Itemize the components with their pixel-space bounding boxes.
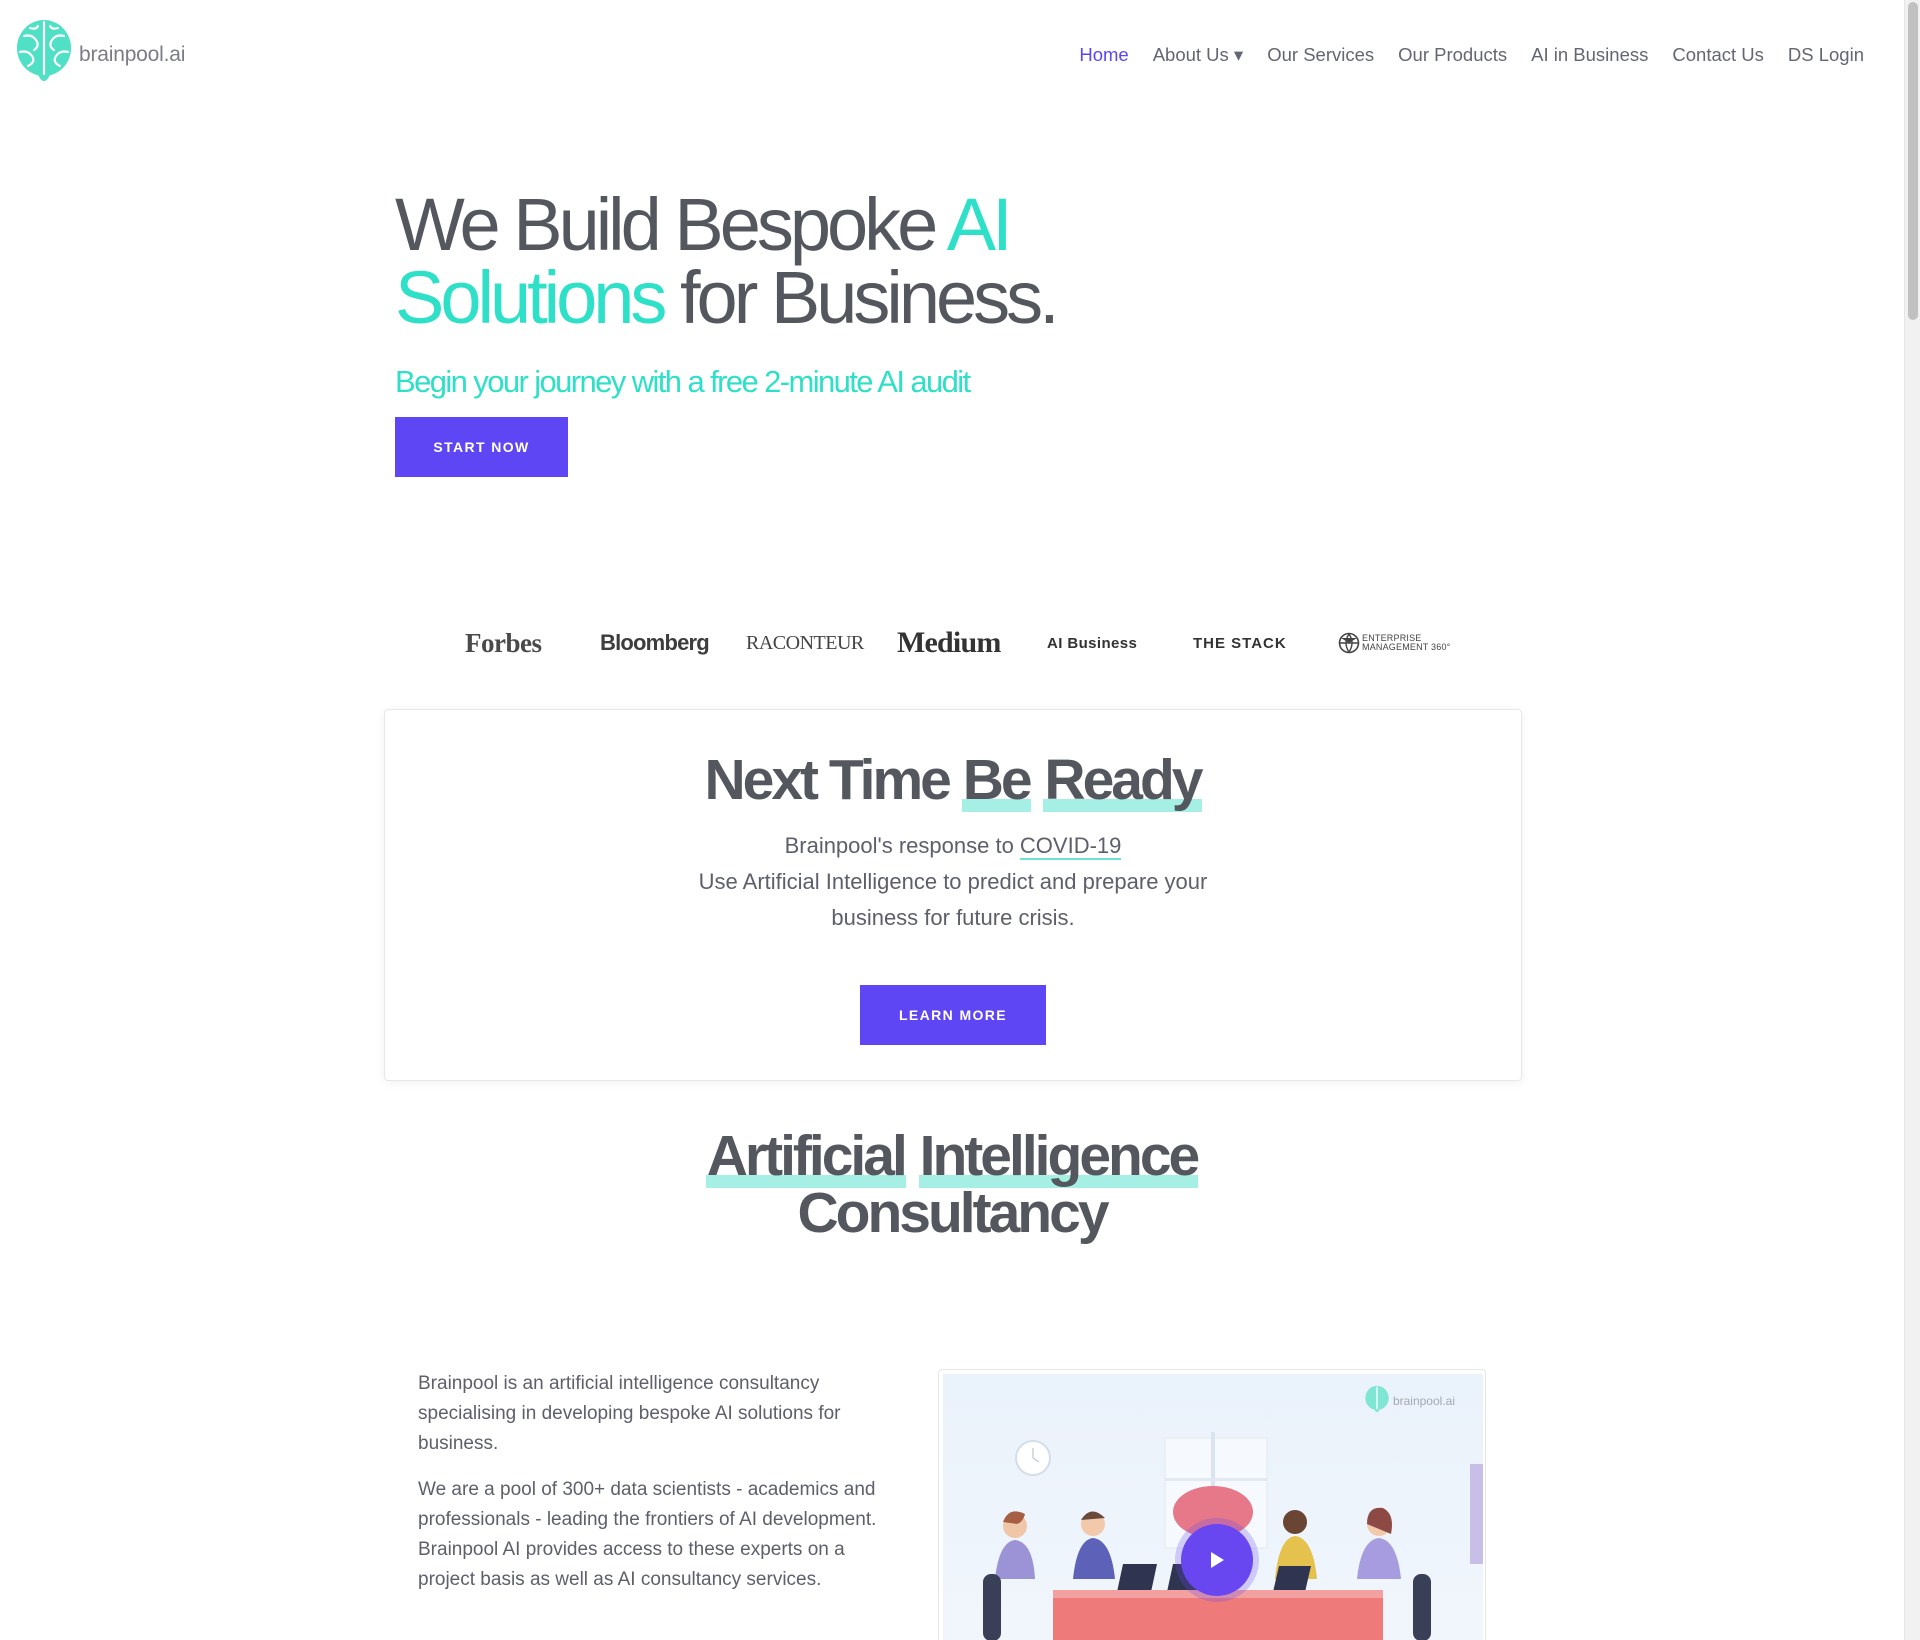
nav-item-about-us[interactable]: About Us ▾ bbox=[1153, 44, 1244, 66]
about-text: Brainpool is an artificial intelligence … bbox=[418, 1369, 878, 1595]
page-scrollbar[interactable] bbox=[1904, 0, 1920, 1640]
covid-title-part1: Next Time bbox=[704, 748, 962, 812]
covid-card: Next Time Be Ready Brainpool's response … bbox=[384, 709, 1522, 1081]
main-nav: Home About Us ▾ Our Services Our Product… bbox=[1055, 44, 1864, 66]
start-now-button[interactable]: START NOW bbox=[395, 417, 568, 477]
em360-line2: MANAGEMENT 360° bbox=[1362, 642, 1451, 652]
consultancy-title-highlight-intelligence: Intelligence bbox=[918, 1124, 1200, 1188]
video-thumbnail[interactable]: brainpool.ai bbox=[943, 1374, 1483, 1640]
forbes-logo[interactable]: Forbes bbox=[465, 618, 542, 668]
hero-title-accent-solutions: Solutions bbox=[395, 256, 667, 339]
hero-section: We Build Bespoke AI Solutions for Busine… bbox=[395, 188, 1060, 400]
nav-item-contact-us[interactable]: Contact Us bbox=[1672, 44, 1764, 66]
play-icon bbox=[1211, 1552, 1224, 1568]
hero-title: We Build Bespoke AI Solutions for Busine… bbox=[395, 188, 1060, 335]
hero-title-part1: We Build Bespoke bbox=[395, 183, 947, 266]
site-logo[interactable]: brainpool.ai bbox=[14, 18, 185, 92]
covid-line1-prefix: Brainpool's response to bbox=[784, 833, 1020, 858]
covid-line3: business for future crisis. bbox=[831, 905, 1075, 930]
nav-item-ds-login[interactable]: DS Login bbox=[1788, 44, 1864, 66]
consultancy-title: Artificial Intelligence Consultancy bbox=[0, 1124, 1904, 1245]
covid-card-title: Next Time Be Ready bbox=[385, 747, 1521, 813]
video-brand-text: brainpool.ai bbox=[1392, 1394, 1455, 1408]
video-embed: brainpool.ai bbox=[938, 1369, 1486, 1640]
covid-card-text: Brainpool's response to COVID-19 Use Art… bbox=[385, 828, 1521, 936]
nav-item-ai-in-business[interactable]: AI in Business bbox=[1531, 44, 1648, 66]
covid-title-highlight-be: Be bbox=[961, 748, 1033, 812]
video-brand: brainpool.ai bbox=[1364, 1384, 1455, 1418]
consultancy-title-highlight-artificial: Artificial bbox=[705, 1124, 908, 1188]
nav-item-our-services[interactable]: Our Services bbox=[1267, 44, 1374, 66]
brain-logo-icon bbox=[17, 20, 71, 81]
raconteur-logo[interactable]: RACONTEUR bbox=[746, 618, 864, 668]
covid-19-link[interactable]: COVID-19 bbox=[1019, 833, 1122, 860]
hero-subtitle: Begin your journey with a free 2-minute … bbox=[395, 364, 971, 399]
learn-more-button[interactable]: LEARN MORE bbox=[860, 985, 1046, 1045]
play-button[interactable] bbox=[1181, 1524, 1253, 1596]
covid-title-highlight-ready: Ready bbox=[1043, 748, 1204, 812]
ai-business-logo[interactable]: AI Business bbox=[1047, 618, 1137, 668]
hero-title-accent-ai: AI bbox=[946, 183, 1013, 266]
about-paragraph-2: We are a pool of 300+ data scientists - … bbox=[418, 1479, 877, 1590]
enterprise-management-360-logo[interactable]: ENTERPRISE MANAGEMENT 360° bbox=[1338, 618, 1450, 668]
nav-item-home[interactable]: Home bbox=[1079, 44, 1128, 66]
about-paragraph-1: Brainpool is an artificial intelligence … bbox=[418, 1373, 841, 1454]
video-brain-logo-icon bbox=[1365, 1385, 1389, 1413]
site-header: brainpool.ai Home About Us ▾ Our Service… bbox=[0, 0, 1904, 112]
nav-item-our-products[interactable]: Our Products bbox=[1398, 44, 1507, 66]
medium-logo[interactable]: Medium bbox=[897, 618, 1001, 668]
scrollbar-thumb[interactable] bbox=[1908, 2, 1918, 320]
press-logos: Forbes Bloomberg RACONTEUR Medium AI Bus… bbox=[0, 618, 1904, 668]
consultancy-title-line2: Consultancy bbox=[797, 1181, 1109, 1245]
bloomberg-logo[interactable]: Bloomberg bbox=[600, 618, 710, 668]
em360-globe-icon bbox=[1338, 632, 1360, 654]
covid-line2: Use Artificial Intelligence to predict a… bbox=[698, 869, 1208, 894]
the-stack-logo[interactable]: THE STACK bbox=[1193, 618, 1287, 668]
hero-title-part2: for Business. bbox=[663, 256, 1060, 339]
logo-text: brainpool.ai bbox=[79, 43, 186, 66]
